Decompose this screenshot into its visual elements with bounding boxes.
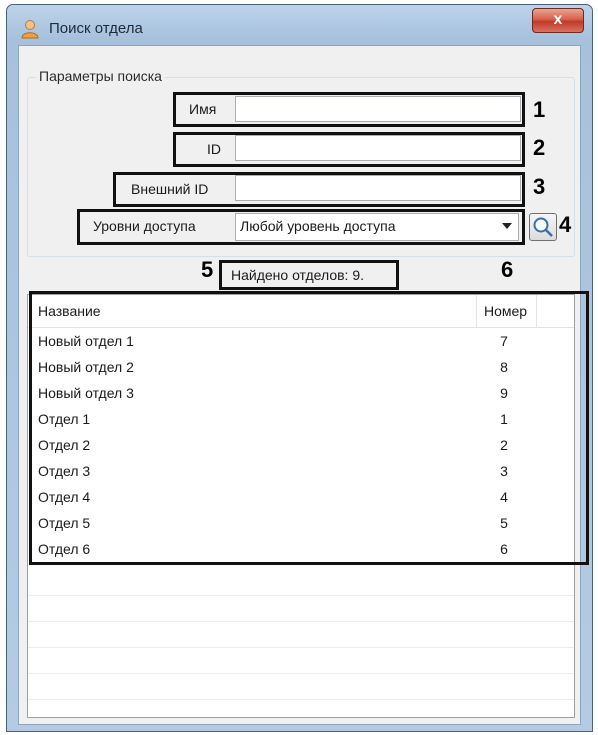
- callout-number-6: 6: [501, 257, 514, 282]
- close-button[interactable]: x: [532, 8, 584, 33]
- empty-row-line: [28, 621, 574, 622]
- search-icon: [533, 217, 553, 237]
- empty-row-line: [28, 595, 574, 596]
- callout-box-1: [173, 92, 525, 127]
- callout-number-4: 4: [559, 212, 572, 237]
- callout-box-6: [29, 291, 589, 565]
- empty-row-line: [28, 699, 574, 700]
- callout-box-3: [113, 172, 525, 207]
- title-bar[interactable]: Поиск отдела x: [7, 5, 592, 45]
- callout-number-3: 3: [533, 174, 546, 199]
- empty-row-line: [28, 647, 574, 648]
- found-count-text: Найдено отделов: 9.: [231, 267, 364, 283]
- dialog-client-area: Параметры поиска Имя 1 ID 2 Внешний ID 3…: [18, 45, 589, 725]
- callout-number-2: 2: [533, 135, 546, 160]
- search-parameters-legend: Параметры поиска: [36, 68, 165, 84]
- search-button[interactable]: [529, 213, 557, 241]
- user-icon: [21, 20, 39, 39]
- callout-box-2: [173, 132, 525, 167]
- callout-number-5: 5: [201, 257, 214, 282]
- callout-box-4: [77, 209, 525, 245]
- empty-row-line: [28, 673, 574, 674]
- dialog-window: Поиск отдела x Параметры поиска Имя 1 ID…: [6, 4, 593, 732]
- callout-number-1: 1: [533, 97, 546, 122]
- window-title: Поиск отдела: [49, 20, 143, 37]
